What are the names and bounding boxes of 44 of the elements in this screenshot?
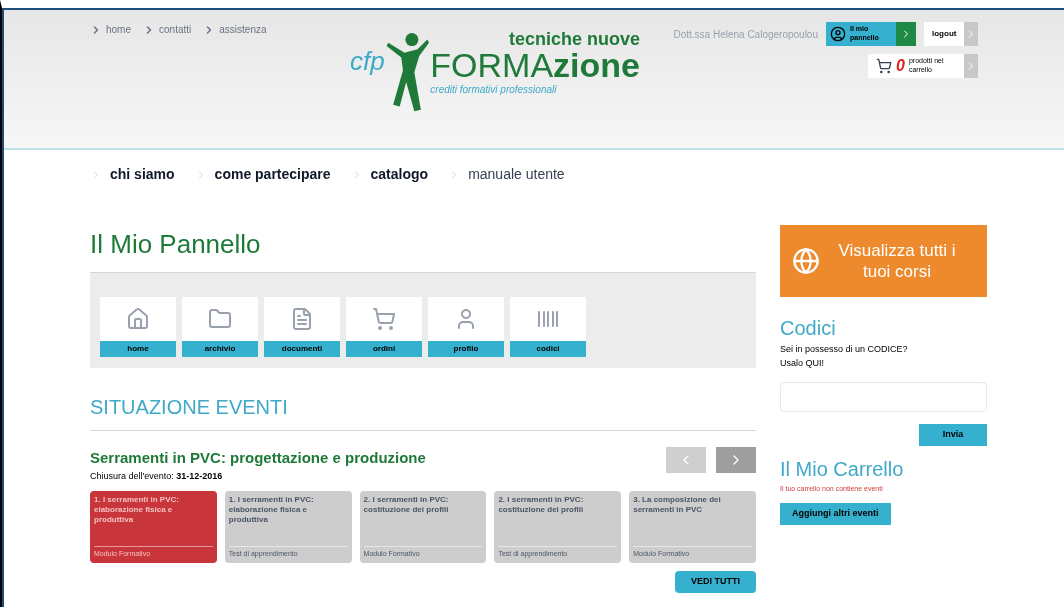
tile-button[interactable]: codici [510, 297, 586, 357]
tile-button[interactable]: archivio [182, 297, 258, 357]
card-title: 2. I serramenti in PVC: costituzione dei profili [498, 495, 585, 516]
top-link[interactable]: home [90, 22, 131, 37]
tile-button[interactable]: ordini [346, 297, 422, 357]
nav-link[interactable]: chi siamo [90, 164, 175, 185]
cart-title: Il Mio Carrello [780, 457, 905, 482]
logo-main-text: FORMAzione [430, 48, 640, 82]
nav-link[interactable]: manuale utente [448, 164, 565, 185]
orders-icon [372, 307, 396, 331]
top-link[interactable]: contatti [143, 22, 192, 37]
see-all-button[interactable]: VEDI TUTTI [675, 571, 756, 593]
code-input-field[interactable] [780, 382, 987, 412]
card-title: 1. I serramenti in PVC: elaborazione fisica e produttiva [94, 495, 180, 526]
logo-tagline: crediti formativi professionali [430, 83, 558, 97]
event-closing: Chiusura dell'evento: 31-12-2016 [90, 469, 224, 483]
page-title: Il Mio Pannello [90, 228, 262, 261]
card-title: 2. I serramenti in PVC: costituzione dei profili [363, 495, 450, 516]
nav-link[interactable]: catalogo [350, 164, 429, 185]
user-icon [830, 26, 846, 42]
event-title: Serramenti in PVC: progettazione e produzione [90, 448, 426, 468]
next-button[interactable] [716, 447, 756, 473]
codes-title: Codici [780, 316, 837, 341]
previous-button[interactable] [666, 447, 706, 473]
nav-link[interactable]: come partecipare [194, 164, 331, 185]
card-title: 3. La composizione dei serramenti in PVC [633, 495, 722, 516]
card-title: 1. I serramenti in PVC: elaborazione fisica e produttiva [228, 495, 315, 526]
tile-button[interactable]: documenti [264, 297, 340, 357]
tile-button[interactable]: profilo [428, 297, 504, 357]
home-icon [126, 307, 150, 331]
logo-prefix: cfp [350, 45, 385, 78]
archive-icon [208, 307, 232, 331]
logout-button[interactable]: logout [924, 22, 978, 46]
submit-button[interactable]: Invia [919, 424, 987, 446]
documents-icon [290, 307, 314, 331]
logo-top-text: tecniche nuove [508, 30, 640, 48]
add-events-button[interactable]: Aggiungi altri eventi [780, 502, 891, 525]
top-link[interactable]: assistenza [203, 22, 267, 37]
section-title: SITUAZIONE EVENTI [90, 392, 756, 431]
tile-button[interactable]: home [100, 297, 176, 357]
globe-icon [792, 247, 820, 275]
cart-icon [876, 58, 892, 74]
codes-text: Sei in possesso di un CODICE? Usalo QUI! [780, 343, 909, 370]
user-name: Dott.ssa Helena Calogeropoulou [673, 27, 818, 42]
